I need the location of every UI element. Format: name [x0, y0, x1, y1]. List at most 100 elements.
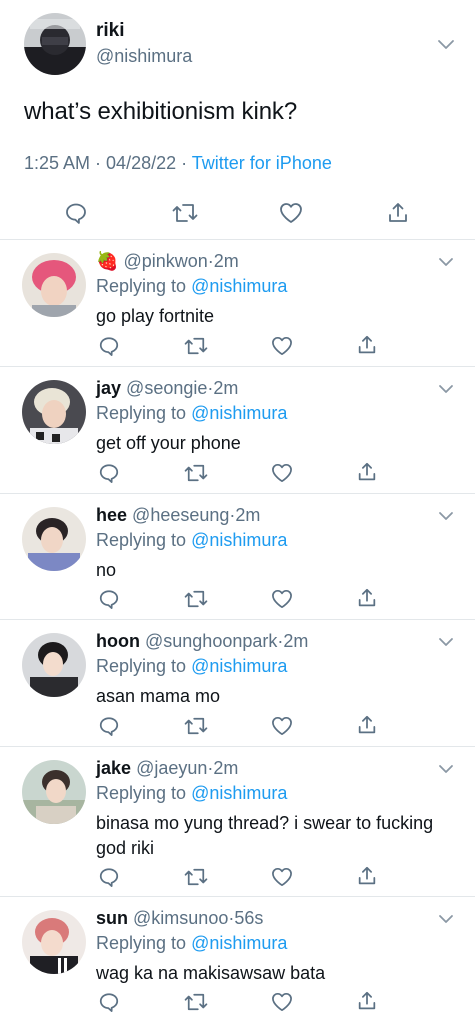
- chevron-down-icon[interactable]: [437, 763, 455, 775]
- action-bar: [0, 333, 475, 359]
- reply-header: 🍓 @pinkwon·2m: [96, 251, 239, 272]
- chevron-down-icon[interactable]: [436, 38, 456, 52]
- replying-to: Replying to @nishimura: [96, 933, 287, 954]
- like-icon[interactable]: [271, 463, 293, 483]
- replying-to-handle[interactable]: @nishimura: [191, 403, 287, 423]
- like-icon[interactable]: [271, 867, 293, 887]
- display-name[interactable]: riki: [96, 20, 125, 42]
- reply-display-name[interactable]: hoon: [96, 631, 140, 651]
- avatar[interactable]: [24, 13, 86, 75]
- replying-label: Replying to: [96, 276, 187, 296]
- share-icon[interactable]: [356, 865, 378, 887]
- tweet-meta: 1:25 AM · 04/28/22 · Twitter for iPhone: [24, 153, 332, 174]
- reply-tweet[interactable]: 🍓 @pinkwon·2m Replying to @nishimura go …: [0, 240, 475, 367]
- tweet-text: what’s exhibitionism kink?: [24, 98, 298, 125]
- share-icon[interactable]: [356, 334, 378, 356]
- reply-tweet[interactable]: jake @jaeyun·2m Replying to @nishimura b…: [0, 747, 475, 897]
- reply-display-name[interactable]: jay: [96, 378, 121, 398]
- reply-icon[interactable]: [98, 991, 120, 1013]
- retweet-icon[interactable]: [184, 463, 208, 483]
- retweet-icon[interactable]: [184, 992, 208, 1012]
- chevron-down-icon[interactable]: [437, 636, 455, 648]
- reply-display-name[interactable]: sun: [96, 908, 128, 928]
- retweet-icon[interactable]: [184, 589, 208, 609]
- replying-to: Replying to @nishimura: [96, 276, 287, 297]
- replying-label: Replying to: [96, 530, 187, 550]
- reply-text: binasa mo yung thread? i swear to fuckin…: [96, 813, 434, 858]
- share-icon[interactable]: [386, 201, 410, 225]
- reply-display-name[interactable]: 🍓: [96, 251, 118, 271]
- like-icon[interactable]: [271, 589, 293, 609]
- meta-separator: ·: [90, 153, 107, 173]
- reply-header: hoon @sunghoonpark·2m: [96, 631, 308, 652]
- reply-icon[interactable]: [98, 462, 120, 484]
- reply-icon[interactable]: [98, 715, 120, 737]
- replying-to-handle[interactable]: @nishimura: [191, 933, 287, 953]
- replying-to-handle[interactable]: @nishimura: [191, 783, 287, 803]
- reply-icon[interactable]: [64, 201, 88, 225]
- reply-icon[interactable]: [98, 335, 120, 357]
- reply-tweet[interactable]: hoon @sunghoonpark·2m Replying to @nishi…: [0, 620, 475, 747]
- like-icon[interactable]: [271, 992, 293, 1012]
- replying-to: Replying to @nishimura: [96, 403, 287, 424]
- reply-icon[interactable]: [98, 588, 120, 610]
- chevron-down-icon[interactable]: [437, 383, 455, 395]
- chevron-down-icon[interactable]: [437, 913, 455, 925]
- retweet-icon[interactable]: [184, 716, 208, 736]
- reply-tweet[interactable]: hee @heeseung·2m Replying to @nishimura …: [0, 494, 475, 620]
- chevron-down-icon[interactable]: [437, 510, 455, 522]
- retweet-icon[interactable]: [172, 202, 198, 224]
- replying-label: Replying to: [96, 403, 187, 423]
- reply-handle[interactable]: @seongie: [126, 378, 207, 398]
- reply-display-name[interactable]: hee: [96, 505, 127, 525]
- action-bar: [0, 460, 475, 486]
- action-bar: [0, 196, 475, 230]
- reply-handle[interactable]: @jaeyun: [136, 758, 207, 778]
- avatar[interactable]: [22, 760, 86, 824]
- share-icon[interactable]: [356, 714, 378, 736]
- retweet-icon[interactable]: [184, 336, 208, 356]
- like-icon[interactable]: [271, 716, 293, 736]
- reply-time: 2m: [213, 758, 239, 778]
- reply-text: get off your phone: [96, 433, 241, 453]
- avatar[interactable]: [22, 380, 86, 444]
- reply-header: sun @kimsunoo·56s: [96, 908, 263, 929]
- avatar[interactable]: [22, 253, 86, 317]
- reply-display-name[interactable]: jake: [96, 758, 131, 778]
- avatar[interactable]: [22, 910, 86, 974]
- replying-to-handle[interactable]: @nishimura: [191, 276, 287, 296]
- reply-tweet[interactable]: jay @seongie·2m Replying to @nishimura g…: [0, 367, 475, 494]
- tweet-time: 1:25 AM: [24, 153, 91, 173]
- avatar[interactable]: [22, 633, 86, 697]
- handle[interactable]: @nishimura: [96, 46, 192, 67]
- main-tweet: riki @nishimura what’s exhibitionism kin…: [0, 0, 475, 240]
- reply-handle[interactable]: @kimsunoo: [133, 908, 228, 928]
- reply-handle[interactable]: @sunghoonpark: [145, 631, 277, 651]
- tweet-date: 04/28/22: [106, 153, 177, 173]
- replying-to-handle[interactable]: @nishimura: [191, 656, 287, 676]
- reply-time: 2m: [235, 505, 261, 525]
- share-icon[interactable]: [356, 461, 378, 483]
- like-icon[interactable]: [279, 202, 303, 224]
- action-bar: [0, 989, 475, 1015]
- chevron-down-icon[interactable]: [437, 256, 455, 268]
- replying-label: Replying to: [96, 933, 187, 953]
- reply-header: jake @jaeyun·2m: [96, 758, 238, 779]
- reply-handle[interactable]: @heeseung: [132, 505, 229, 525]
- replying-to: Replying to @nishimura: [96, 530, 287, 551]
- retweet-icon[interactable]: [184, 867, 208, 887]
- reply-tweet[interactable]: sun @kimsunoo·56s Replying to @nishimura…: [0, 897, 475, 1024]
- reply-time: 2m: [213, 378, 239, 398]
- reply-time: 2m: [283, 631, 309, 651]
- reply-header: jay @seongie·2m: [96, 378, 238, 399]
- replying-to-handle[interactable]: @nishimura: [191, 530, 287, 550]
- reply-time: 2m: [213, 251, 239, 271]
- reply-header: hee @heeseung·2m: [96, 505, 260, 526]
- avatar[interactable]: [22, 507, 86, 571]
- reply-handle[interactable]: @pinkwon: [123, 251, 207, 271]
- share-icon[interactable]: [356, 990, 378, 1012]
- like-icon[interactable]: [271, 336, 293, 356]
- share-icon[interactable]: [356, 587, 378, 609]
- reply-icon[interactable]: [98, 866, 120, 888]
- tweet-source[interactable]: Twitter for iPhone: [192, 153, 332, 173]
